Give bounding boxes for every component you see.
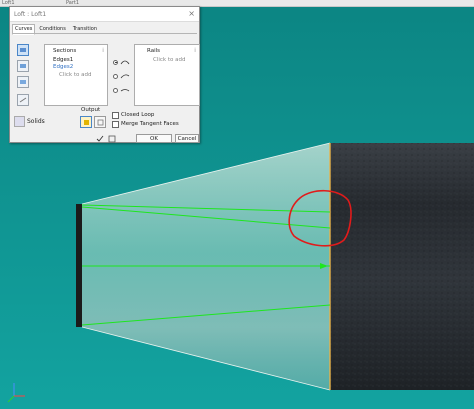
sections-add-icon[interactable]: ⁞ bbox=[102, 47, 104, 54]
solids-label: Solids bbox=[27, 118, 45, 125]
preview-button[interactable] bbox=[106, 134, 117, 143]
preview-icon bbox=[108, 135, 115, 142]
merge-tangent-faces-checkbox[interactable] bbox=[112, 120, 119, 128]
closed-loop-label: Closed Loop bbox=[121, 112, 155, 118]
loft-rails-icon bbox=[20, 48, 26, 52]
ok-button[interactable]: OK bbox=[136, 134, 172, 143]
closed-loop-checkbox[interactable] bbox=[112, 111, 119, 119]
point-mapping-icon bbox=[19, 97, 27, 103]
solids-icon[interactable] bbox=[14, 116, 25, 127]
sections-click-to-add[interactable]: Click to add bbox=[59, 72, 91, 78]
rail-option-2-icon bbox=[120, 74, 130, 79]
rail-option-3[interactable] bbox=[113, 85, 133, 95]
loft-area-button[interactable] bbox=[17, 76, 29, 88]
dialog-tabs: Curves Conditions Transition bbox=[12, 24, 101, 35]
loft-options: Closed Loop Merge Tangent Faces bbox=[112, 111, 179, 129]
rail-option-1-radio[interactable] bbox=[113, 59, 118, 65]
loft-dialog[interactable]: Loft : Loft1 × Curves Conditions Transit… bbox=[9, 6, 200, 143]
solid-output-icon bbox=[83, 119, 89, 125]
merge-tangent-faces-label: Merge Tangent Faces bbox=[121, 121, 179, 127]
apply-check-button[interactable] bbox=[94, 134, 105, 143]
dialog-footer: OK Cancel bbox=[10, 134, 199, 144]
rails-header: Rails bbox=[147, 48, 160, 54]
rails-list[interactable]: Rails ⁞ Click to add bbox=[134, 44, 200, 106]
section-item-edges1[interactable]: Edges1 bbox=[53, 57, 73, 63]
loft-area-icon bbox=[20, 80, 26, 84]
rail-option-1-icon bbox=[120, 60, 130, 65]
rail-condition-options bbox=[113, 57, 133, 99]
section-item-edges2[interactable]: Edges2 bbox=[53, 64, 73, 70]
dialog-titlebar[interactable]: Loft : Loft1 × bbox=[10, 7, 199, 22]
rail-option-3-icon bbox=[120, 89, 130, 92]
solids-selector[interactable]: Solids bbox=[14, 116, 45, 127]
checkmark-icon bbox=[96, 135, 103, 142]
cancel-button[interactable]: Cancel bbox=[175, 134, 199, 143]
tab-divider bbox=[12, 33, 197, 34]
output-label: Output bbox=[81, 107, 101, 113]
output-group: Output bbox=[79, 107, 107, 129]
merge-tangent-faces-option[interactable]: Merge Tangent Faces bbox=[112, 120, 179, 128]
loft-center-line-icon bbox=[20, 64, 26, 68]
cylinder-texture bbox=[330, 143, 474, 390]
sections-header: Sections bbox=[53, 48, 77, 54]
profile-edge-left[interactable] bbox=[76, 204, 82, 327]
rail-option-2[interactable] bbox=[113, 71, 133, 81]
rail-option-2-radio[interactable] bbox=[113, 73, 118, 79]
output-solid-button[interactable] bbox=[80, 116, 92, 128]
rail-option-3-radio[interactable] bbox=[113, 87, 118, 93]
point-mapping-button[interactable] bbox=[17, 94, 29, 106]
close-icon[interactable]: × bbox=[188, 9, 195, 18]
surface-output-icon bbox=[97, 119, 103, 125]
rails-click-to-add[interactable]: Click to add bbox=[153, 57, 185, 63]
dialog-title: Loft : Loft1 bbox=[14, 11, 47, 18]
sections-list[interactable]: Sections ⁞ Edges1 Edges2 Click to add bbox=[44, 44, 108, 106]
output-surface-button[interactable] bbox=[94, 116, 106, 128]
rails-add-icon[interactable]: ⁞ bbox=[194, 47, 196, 54]
loft-center-line-button[interactable] bbox=[17, 60, 29, 72]
closed-loop-option[interactable]: Closed Loop bbox=[112, 111, 179, 119]
loft-type-buttons bbox=[17, 44, 31, 110]
rail-option-1[interactable] bbox=[113, 57, 133, 67]
loft-rails-button[interactable] bbox=[17, 44, 29, 56]
